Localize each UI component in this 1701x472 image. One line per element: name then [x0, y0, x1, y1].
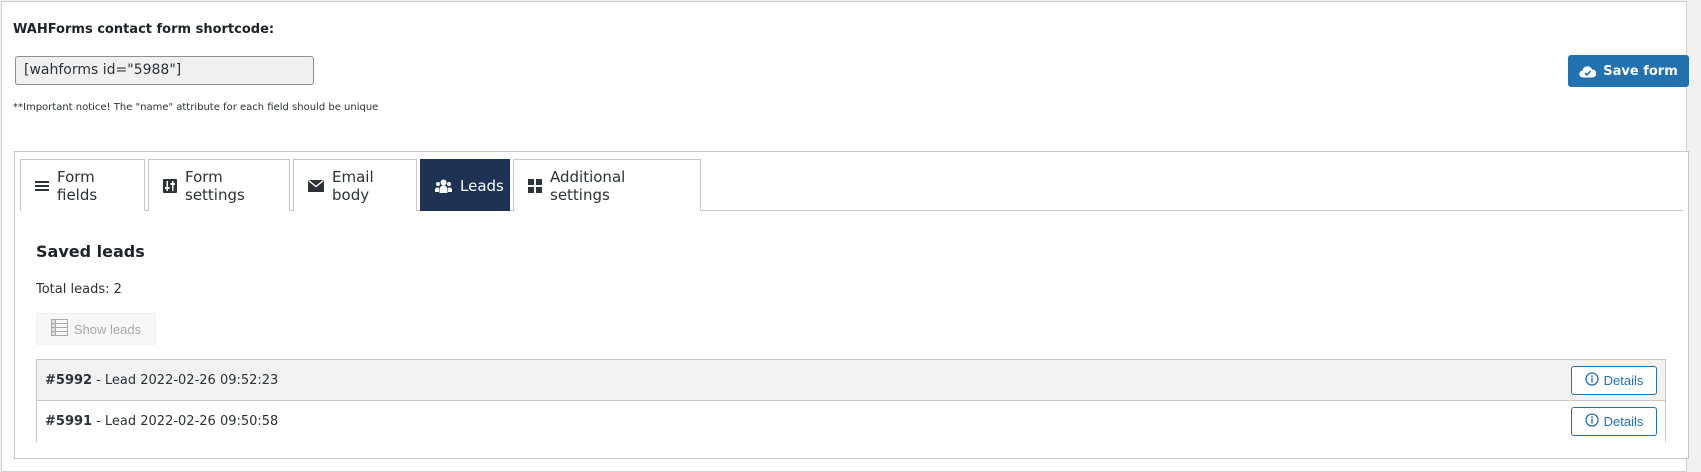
grid-icon [528, 178, 542, 193]
tab-bar: Form fields Form settings Email body Lea… [20, 159, 1683, 211]
tab-label: Form settings [185, 167, 245, 204]
saved-leads-heading: Saved leads [36, 242, 145, 261]
details-label: Details [1603, 373, 1644, 388]
lead-id: #5991 [45, 414, 93, 429]
shortcode-input[interactable]: [wahforms id="5988"] [15, 56, 314, 85]
tab-email-body[interactable]: Email body [293, 159, 417, 211]
total-leads-count: Total leads: 2 [36, 282, 122, 297]
info-icon [1584, 413, 1599, 430]
leads-list: #5992 - Lead 2022-02-26 09:52:23 Details… [36, 359, 1666, 442]
show-leads-label: Show leads [73, 321, 142, 337]
lead-text: - Lead 2022-02-26 09:50:58 [96, 414, 279, 429]
form-editor-panel: WAHForms contact form shortcode: [wahfor… [1, 1, 1689, 472]
show-leads-button[interactable]: Show leads [36, 313, 156, 345]
lead-text: - Lead 2022-02-26 09:52:23 [96, 372, 279, 388]
tab-label: Form fields [57, 167, 98, 204]
info-icon [1584, 372, 1599, 389]
users-icon [435, 179, 452, 193]
table-icon [50, 319, 68, 339]
save-form-label: Save form [1603, 63, 1678, 79]
tab-label: Leads [460, 176, 504, 195]
list-item: #5991 - Lead 2022-02-26 09:50:58 Details [37, 401, 1665, 442]
tab-label: Email body [332, 167, 374, 204]
details-button[interactable]: Details [1571, 407, 1657, 436]
unique-name-notice: **Important notice! The "name" attribute… [13, 102, 379, 113]
form-tabs-container: Form fields Form settings Email body Lea… [14, 151, 1689, 459]
settings-icon [163, 178, 177, 193]
shortcode-title: WAHForms contact form shortcode: [13, 22, 275, 37]
tab-label: Additional settings [550, 167, 626, 204]
list-item: #5992 - Lead 2022-02-26 09:52:23 Details [37, 360, 1665, 401]
tab-form-settings[interactable]: Form settings [148, 159, 290, 211]
details-button[interactable]: Details [1571, 366, 1657, 395]
list-icon [35, 180, 49, 192]
tab-leads[interactable]: Leads [420, 159, 510, 211]
envelope-icon [308, 179, 324, 192]
save-form-button[interactable]: Save form [1568, 55, 1689, 87]
cloud-upload-icon [1579, 65, 1597, 78]
tab-additional-settings[interactable]: Additional settings [513, 159, 701, 211]
details-label: Details [1603, 414, 1644, 429]
lead-id: #5992 [45, 372, 93, 388]
tab-form-fields[interactable]: Form fields [20, 159, 145, 211]
